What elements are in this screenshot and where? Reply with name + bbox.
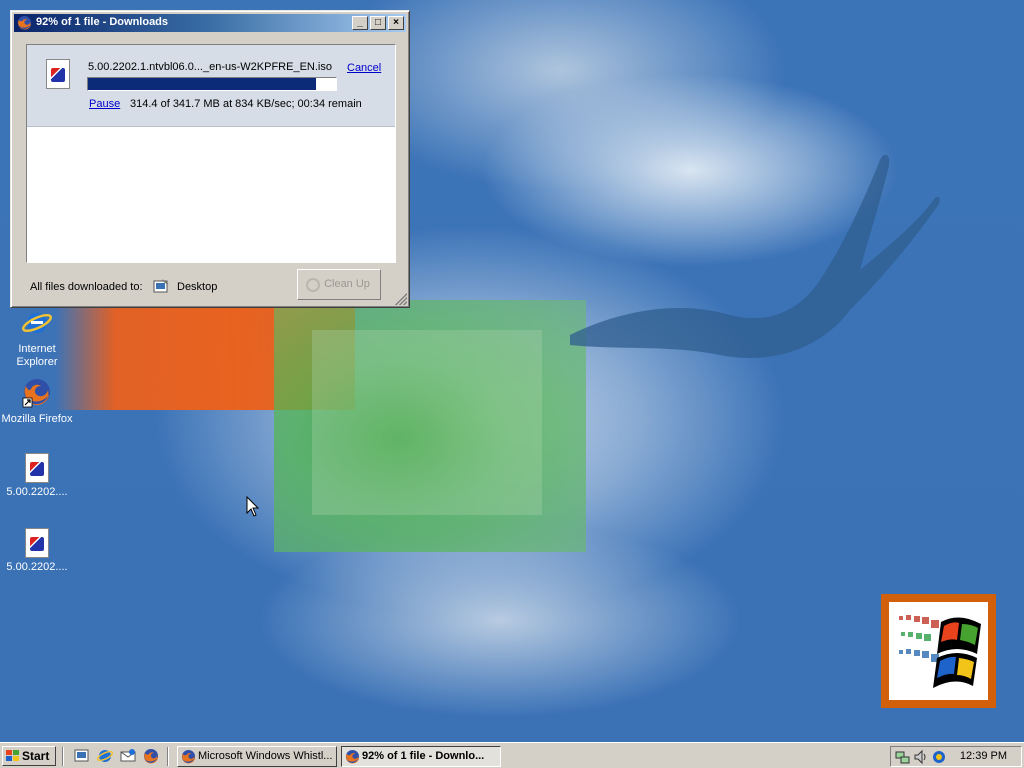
cleanup-icon [306,278,320,292]
taskbar-button-downloads[interactable]: 92% of 1 file - Downlo... [341,746,501,767]
iso-file-icon [21,527,53,559]
firefox-icon [345,749,360,764]
desktop-icon-mozilla-firefox[interactable]: Mozilla Firefox [0,376,74,426]
iso-file-icon [46,59,70,89]
downloads-list: 5.00.2202.1.ntvbl06.0..._en-us-W2KPFRE_E… [26,44,396,263]
wallpaper-diver-silhouette [570,154,940,358]
cancel-link[interactable]: Cancel [347,62,381,74]
taskbar-separator [167,747,169,766]
tray-app-icon[interactable] [931,749,947,765]
firefox-icon [181,749,196,764]
taskbar: Start Microsoft Windows Whistl... 92% of… [0,742,1024,768]
resize-grip[interactable] [395,293,407,305]
download-progress-bar [87,77,337,91]
desktop-icon-label: Mozilla Firefox [1,413,73,425]
window-title: 92% of 1 file - Downloads [36,16,169,28]
download-destination[interactable]: Desktop [177,281,217,293]
clock[interactable]: 12:39 PM [960,750,1007,762]
show-desktop-icon[interactable] [74,748,90,764]
maximize-button[interactable]: □ [370,16,386,30]
network-icon[interactable] [895,749,911,765]
firefox-icon [22,379,50,408]
download-item[interactable]: 5.00.2202.1.ntvbl06.0..._en-us-W2KPFRE_E… [27,45,395,127]
windows-flag-icon [6,750,19,761]
desktop-icon-iso-file-1[interactable]: 5.00.2202.... [0,452,74,499]
mouse-pointer-icon [246,496,260,517]
desktop-folder-icon [153,279,169,293]
desktop-icon-label: 5.00.2202.... [6,561,68,573]
task-label: 92% of 1 file - Downlo... [362,750,485,762]
desktop-icon-internet-explorer[interactable]: Internet Explorer [0,306,74,369]
clean-up-button[interactable]: Clean Up [297,269,381,300]
windows-logo-wallpaper [881,594,996,708]
windows-flag-icon [899,615,981,688]
volume-icon[interactable] [913,749,929,765]
pause-link[interactable]: Pause [89,98,120,110]
taskbar-separator [62,747,64,766]
title-bar[interactable]: 92% of 1 file - Downloads _ □ × [14,14,406,32]
progress-fill [88,78,317,90]
start-label: Start [22,749,50,763]
wallpaper-green-inner [312,330,542,515]
minimize-button[interactable]: _ [352,16,368,30]
desktop-icon-label: Internet Explorer [16,343,58,368]
internet-explorer-icon [21,313,53,333]
internet-explorer-icon[interactable] [97,748,113,764]
clean-up-label: Clean Up [324,278,370,290]
taskbar-button-windows-whistler[interactable]: Microsoft Windows Whistl... [177,746,337,767]
desktop-icon-label: 5.00.2202.... [6,486,68,498]
download-filename: 5.00.2202.1.ntvbl06.0..._en-us-W2KPFRE_E… [88,61,332,73]
close-button[interactable]: × [388,16,404,30]
start-button[interactable]: Start [2,746,56,766]
downloads-window: 92% of 1 file - Downloads _ □ × 5.00.220… [10,10,410,308]
download-status: 314.4 of 341.7 MB at 834 KB/sec; 00:34 r… [130,98,362,110]
system-tray: 12:39 PM [890,746,1022,767]
firefox-icon [17,15,32,30]
task-label: Microsoft Windows Whistl... [198,750,333,762]
iso-file-icon [21,452,53,484]
outlook-express-icon[interactable] [120,748,136,764]
downloaded-to-label: All files downloaded to: [30,281,143,293]
desktop-icon-iso-file-2[interactable]: 5.00.2202.... [0,527,74,574]
firefox-icon[interactable] [143,748,159,764]
